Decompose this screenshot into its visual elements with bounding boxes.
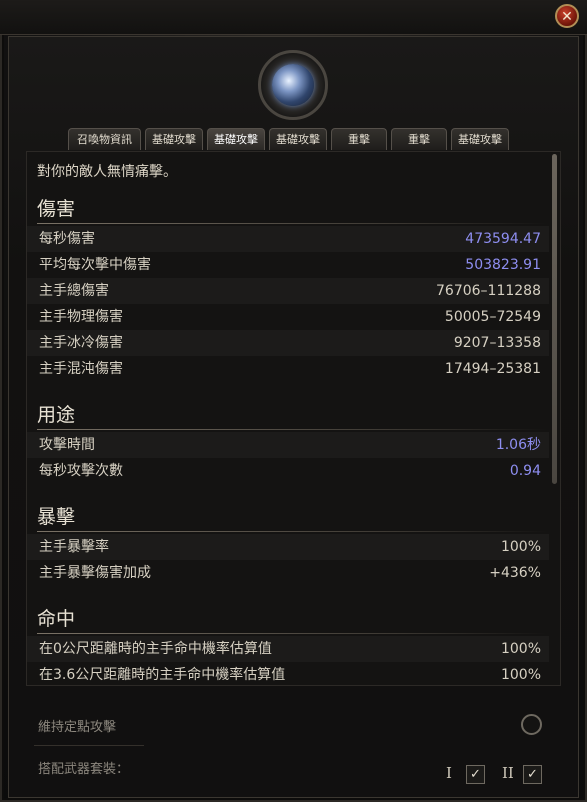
stat-label[interactable]: 在0公尺距離時的主手命中機率估算值 — [39, 636, 272, 662]
stat-row: 在0公尺距離時的主手命中機率估算值 100% — [27, 636, 549, 662]
close-icon[interactable]: ✕ — [555, 4, 579, 28]
stat-label[interactable]: 主手冰冷傷害 — [39, 330, 123, 356]
weapon-set-two-checkbox[interactable]: ✓ — [523, 765, 542, 784]
tab-2[interactable]: 基礎攻擊 — [207, 128, 265, 150]
stat-row: 主手暴擊傷害加成 +436% — [27, 560, 549, 586]
skill-description: 對你的敵人無情痛擊。 — [37, 164, 177, 180]
scrollbar[interactable] — [552, 154, 557, 484]
stat-label[interactable]: 主手總傷害 — [39, 278, 109, 304]
section-divider — [37, 429, 547, 430]
section-title: 命中 — [37, 608, 76, 630]
stat-row: 在3.6公尺距離時的主手命中機率估算值 100% — [27, 662, 549, 685]
section-title: 傷害 — [37, 198, 76, 220]
tab-1[interactable]: 基礎攻擊 — [145, 128, 203, 150]
section-divider — [37, 223, 547, 224]
stat-row: 主手混沌傷害 17494–25381 — [27, 356, 549, 382]
stat-value: 76706–111288 — [436, 283, 541, 299]
tab-bar: 召喚物資訊 基礎攻擊 基礎攻擊 基礎攻擊 重擊 重擊 基礎攻擊 — [68, 128, 509, 150]
weapon-set-label: 搭配武器套裝： — [38, 762, 130, 777]
stat-label[interactable]: 每秒攻擊次數 — [39, 458, 123, 484]
weapon-set-two-label: II — [502, 764, 514, 782]
hold-attack-label: 維持定點攻擊 — [38, 720, 117, 735]
weapon-set-one-checkbox[interactable]: ✓ — [466, 765, 485, 784]
stat-value: 503823.91 — [465, 257, 541, 273]
section-title: 暴擊 — [37, 506, 76, 528]
stat-label[interactable]: 主手暴擊率 — [39, 534, 109, 560]
stat-value: 100% — [500, 641, 541, 657]
weapon-set-one-label: I — [446, 764, 452, 782]
stat-row: 主手冰冷傷害 9207–13358 — [27, 330, 549, 356]
skill-emblem-icon — [258, 50, 328, 120]
stat-label[interactable]: 攻擊時間 — [39, 432, 95, 458]
stat-label[interactable]: 每秒傷害 — [39, 226, 95, 252]
stat-value: 100% — [500, 539, 541, 555]
stat-label[interactable]: 主手暴擊傷害加成 — [39, 560, 151, 586]
stat-value: +436% — [489, 565, 541, 581]
tab-0[interactable]: 召喚物資訊 — [68, 128, 141, 150]
stat-row: 攻擊時間 1.06秒 — [27, 432, 549, 458]
stat-value: 0.94 — [509, 463, 541, 479]
tab-5[interactable]: 重擊 — [391, 128, 447, 150]
stat-row: 每秒傷害 473594.47 — [27, 226, 549, 252]
stat-label[interactable]: 主手混沌傷害 — [39, 356, 123, 382]
divider — [34, 745, 144, 746]
orb-icon — [272, 64, 314, 106]
section-divider — [37, 633, 547, 634]
stat-row: 主手物理傷害 50005–72549 — [27, 304, 549, 330]
window-title-bar — [0, 0, 587, 35]
tab-6[interactable]: 基礎攻擊 — [451, 128, 509, 150]
stat-row: 平均每次擊中傷害 503823.91 — [27, 252, 549, 278]
stat-label[interactable]: 在3.6公尺距離時的主手命中機率估算值 — [39, 662, 285, 685]
stat-value: 100% — [500, 667, 541, 683]
stat-label[interactable]: 主手物理傷害 — [39, 304, 123, 330]
stat-row: 主手暴擊率 100% — [27, 534, 549, 560]
hold-attack-toggle[interactable] — [521, 714, 542, 735]
stats-panel: 對你的敵人無情痛擊。 傷害每秒傷害 473594.47 平均每次擊中傷害 503823… — [26, 151, 561, 686]
stat-value: 50005–72549 — [444, 309, 541, 325]
stat-row: 每秒攻擊次數 0.94 — [27, 458, 549, 484]
tab-3[interactable]: 基礎攻擊 — [269, 128, 327, 150]
section-title: 用途 — [37, 404, 76, 426]
stat-value: 17494–25381 — [444, 361, 541, 377]
stat-row: 主手總傷害 76706–111288 — [27, 278, 549, 304]
stat-value: 9207–13358 — [453, 335, 541, 351]
stat-value: 1.06秒 — [495, 437, 541, 453]
stat-label[interactable]: 平均每次擊中傷害 — [39, 252, 151, 278]
stat-value: 473594.47 — [465, 231, 541, 247]
section-divider — [37, 531, 547, 532]
tab-4[interactable]: 重擊 — [331, 128, 387, 150]
